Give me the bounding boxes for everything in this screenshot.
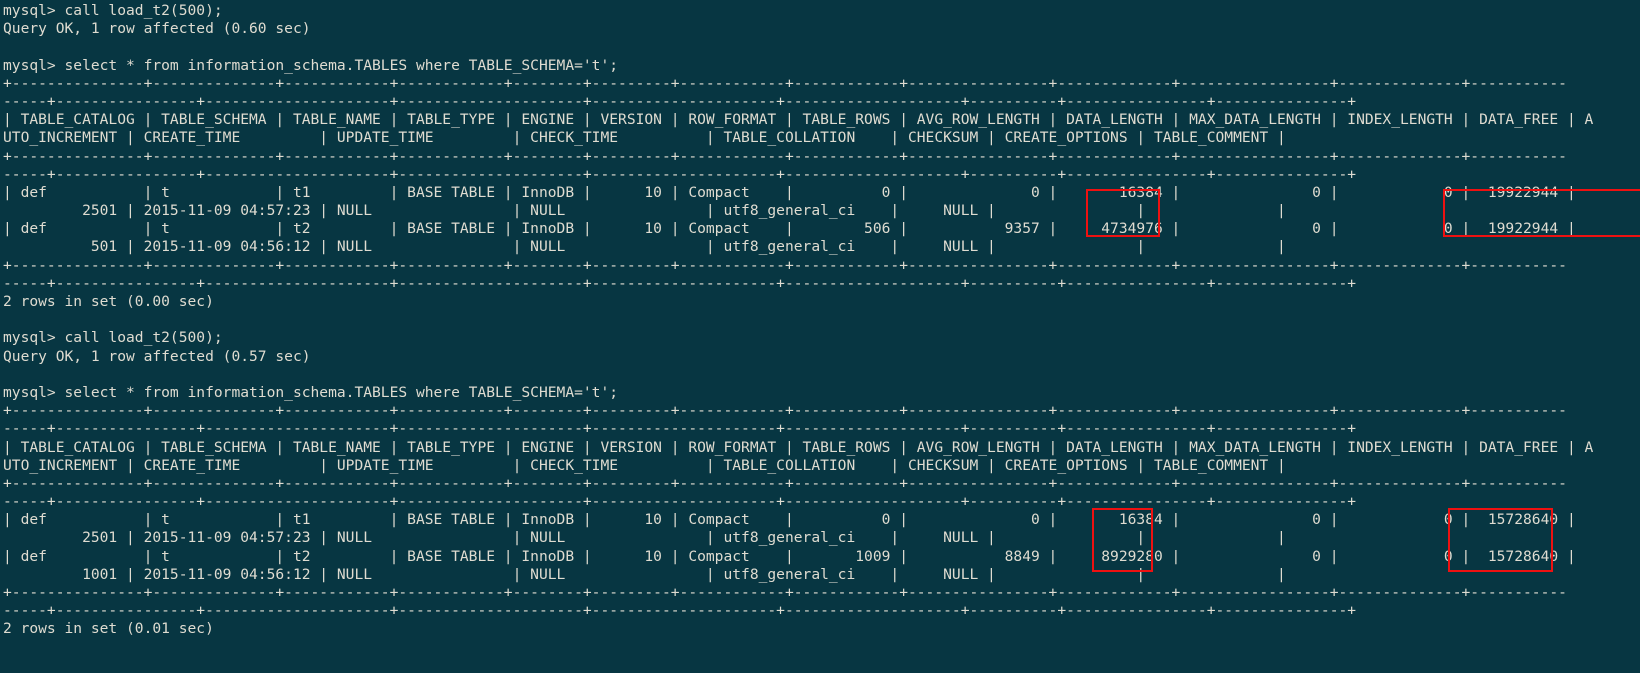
terminal-line: | def | t | t2 | BASE TABLE | InnoDB | 1… (3, 547, 1576, 565)
terminal-line: mysql> select * from information_schema.… (3, 56, 619, 74)
terminal-line: UTO_INCREMENT | CREATE_TIME | UPDATE_TIM… (3, 129, 1286, 147)
terminal-line: mysql> call load_t2(500); (3, 2, 223, 19)
terminal-line: +---------------+--------------+--------… (3, 256, 1567, 274)
terminal-line: -----+----------------+-----------------… (3, 420, 1357, 438)
terminal-line: -----+----------------+-----------------… (3, 493, 1357, 511)
terminal-line: mysql> select * from information_schema.… (3, 383, 619, 401)
terminal-line: | def | t | t1 | BASE TABLE | InnoDB | 1… (3, 511, 1576, 529)
terminal-line: +---------------+--------------+--------… (3, 147, 1567, 165)
terminal-line: +---------------+--------------+--------… (3, 402, 1567, 420)
terminal-line: mysql> call load_t2(500); (3, 329, 223, 347)
terminal-line: -----+----------------+-----------------… (3, 274, 1357, 292)
terminal-window[interactable]: mysql> call load_t2(500); Query OK, 1 row… (0, 0, 1640, 673)
terminal-line: UTO_INCREMENT | CREATE_TIME | UPDATE_TIM… (3, 456, 1286, 474)
terminal-line: -----+----------------+-----------------… (3, 92, 1357, 110)
terminal-line: +---------------+--------------+--------… (3, 584, 1567, 601)
terminal-line: | def | t | t1 | BASE TABLE | InnoDB | 1… (3, 183, 1576, 201)
terminal-line: -----+----------------+-----------------… (3, 602, 1357, 620)
terminal-line: 501 | 2015-11-09 04:56:12 | NULL | NULL … (3, 238, 1286, 256)
terminal-line: +---------------+--------------+--------… (3, 74, 1567, 92)
terminal-line: | def | t | t2 | BASE TABLE | InnoDB | 1… (3, 220, 1576, 238)
terminal-line: | TABLE_CATALOG | TABLE_SCHEMA | TABLE_N… (3, 111, 1594, 129)
terminal-line: Query OK, 1 row affected (0.57 sec) (3, 347, 311, 365)
terminal-line: 1001 | 2015-11-09 04:56:12 | NULL | NULL… (3, 565, 1286, 583)
terminal-line: -----+----------------+-----------------… (3, 165, 1357, 183)
terminal-output: mysql> call load_t2(500); Query OK, 1 row… (3, 2, 1640, 639)
terminal-line: +---------------+--------------+--------… (3, 474, 1567, 492)
terminal-line: 2501 | 2015-11-09 04:57:23 | NULL | NULL… (3, 202, 1286, 220)
terminal-line: | TABLE_CATALOG | TABLE_SCHEMA | TABLE_N… (3, 438, 1594, 456)
terminal-line: 2 rows in set (0.01 sec) (3, 620, 214, 638)
terminal-line: Query OK, 1 row affected (0.60 sec) (3, 20, 311, 38)
terminal-line: 2501 | 2015-11-09 04:57:23 | NULL | NULL… (3, 529, 1286, 547)
terminal-line: 2 rows in set (0.00 sec) (3, 293, 214, 310)
